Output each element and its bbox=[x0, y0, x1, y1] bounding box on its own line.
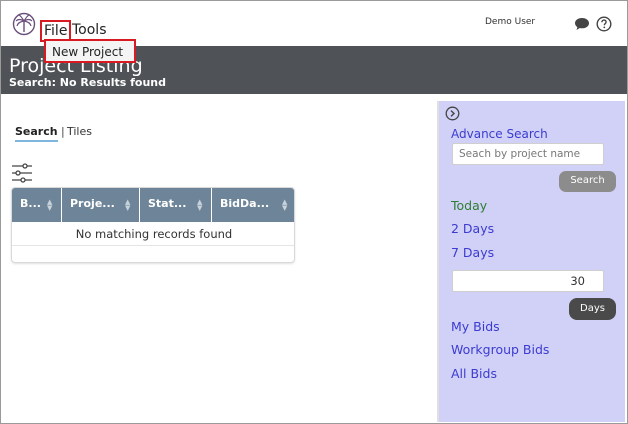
column-header-b[interactable]: B... ▲ ▼ bbox=[12, 188, 62, 222]
user-name[interactable]: Demo User bbox=[485, 17, 535, 27]
column-header-label: Proje... bbox=[70, 197, 115, 210]
search-button[interactable]: Search bbox=[559, 171, 616, 192]
sort-icon[interactable]: ▲ ▼ bbox=[125, 199, 130, 212]
my-bids-link[interactable]: My Bids bbox=[451, 319, 500, 334]
filter-today-link[interactable]: Today bbox=[451, 198, 487, 213]
filter-sliders-icon[interactable] bbox=[11, 162, 33, 184]
filter-2-days-link[interactable]: 2 Days bbox=[451, 221, 494, 236]
column-header-project[interactable]: Proje... ▲ ▼ bbox=[62, 188, 140, 222]
column-header-label: Stat... bbox=[148, 197, 187, 210]
workgroup-bids-link[interactable]: Workgroup Bids bbox=[451, 342, 549, 357]
empty-table-message: No matching records found bbox=[12, 222, 294, 246]
help-icon[interactable] bbox=[596, 16, 612, 32]
project-table: B... ▲ ▼ Proje... ▲ ▼ Stat... ▲ ▼ BidDa... … bbox=[11, 187, 295, 263]
project-search-input[interactable]: Seach by project name bbox=[452, 143, 604, 165]
tab-tiles[interactable]: Tiles bbox=[67, 125, 92, 138]
tab-separator: | bbox=[61, 125, 65, 138]
sort-icon[interactable]: ▲ ▼ bbox=[282, 199, 287, 212]
tools-menu[interactable]: Tools bbox=[72, 22, 107, 38]
sort-icon[interactable]: ▲ ▼ bbox=[47, 199, 52, 212]
column-header-status[interactable]: Stat... ▲ ▼ bbox=[140, 188, 212, 222]
table-header: B... ▲ ▼ Proje... ▲ ▼ Stat... ▲ ▼ BidDa... … bbox=[12, 188, 294, 222]
search-status: Search: No Results found bbox=[9, 76, 166, 89]
column-header-label: B... bbox=[20, 197, 41, 210]
all-bids-link[interactable]: All Bids bbox=[451, 366, 497, 381]
column-header-label: BidDa... bbox=[220, 197, 270, 210]
tab-search[interactable]: Search bbox=[15, 125, 58, 142]
chat-icon[interactable] bbox=[574, 16, 590, 32]
sort-icon[interactable]: ▲ ▼ bbox=[197, 199, 202, 212]
advance-search-link[interactable]: Advance Search bbox=[451, 127, 548, 141]
days-input[interactable]: 30 bbox=[452, 270, 604, 292]
column-header-biddate[interactable]: BidDa... ▲ ▼ bbox=[212, 188, 294, 222]
chevron-right-circle-icon[interactable] bbox=[445, 106, 460, 121]
filter-7-days-link[interactable]: 7 Days bbox=[451, 245, 494, 260]
days-button[interactable]: Days bbox=[569, 298, 616, 320]
new-project-menu-item[interactable]: New Project bbox=[44, 39, 136, 63]
palm-logo-icon[interactable] bbox=[12, 12, 36, 36]
